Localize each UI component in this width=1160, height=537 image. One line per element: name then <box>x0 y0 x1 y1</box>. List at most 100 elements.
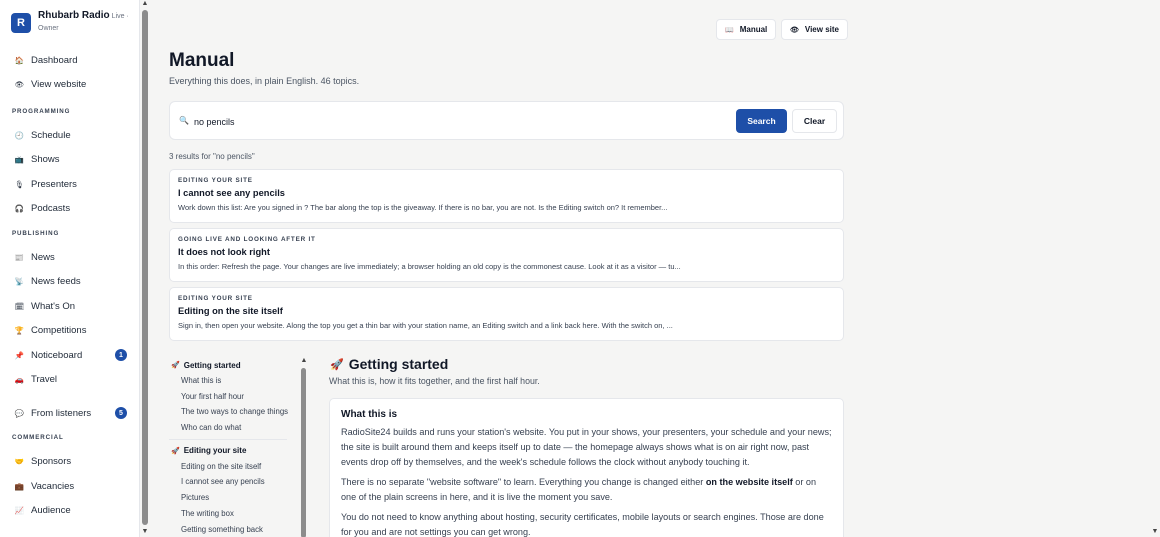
search-button[interactable]: Search <box>736 109 787 133</box>
page-title: Manual <box>169 50 235 71</box>
search-result[interactable]: EDITING YOUR SITE Editing on the site it… <box>169 287 844 341</box>
search-result[interactable]: GOING LIVE AND LOOKING AFTER IT It does … <box>169 228 844 282</box>
sidebar-item-label: From listeners <box>31 407 92 419</box>
sidebar-item-whats-on[interactable]: 🗓 What's On <box>0 294 139 319</box>
clock-icon: 🕘 <box>14 130 25 140</box>
tv-icon: 📺 <box>14 155 25 165</box>
result-category: EDITING YOUR SITE <box>178 177 253 184</box>
app-window: R Rhubarb Radio Live · Owner 🏠 Dashboard 👁… <box>0 0 1160 537</box>
chat-icon: 💬 <box>14 408 25 418</box>
sidebar-item-news-feeds[interactable]: 📡 News feeds <box>0 270 139 295</box>
clear-button[interactable]: Clear <box>792 109 837 133</box>
sidebar-item-presenters[interactable]: 🎙 Presenters <box>0 172 139 197</box>
sidebar-item-label: Sponsors <box>31 456 72 468</box>
toc-scrollbar[interactable]: ▲ <box>300 357 308 537</box>
pin-icon: 📌 <box>14 350 25 360</box>
sidebar-item-noticeboard[interactable]: 📌 Noticeboard 1 <box>0 343 139 368</box>
sidebar-item-news[interactable]: 📰 News <box>0 245 139 270</box>
toc-link[interactable]: Getting something back <box>169 522 309 537</box>
search-input[interactable] <box>194 114 714 129</box>
microphone-icon: 🎙 <box>14 179 25 189</box>
trophy-icon: 🏆 <box>14 326 25 336</box>
manual-button[interactable]: 📖 Manual <box>716 19 777 40</box>
main-content: 📖 Manual 👁 View site Manual Everything thi… <box>150 0 1150 537</box>
section-heading-publishing: PUBLISHING <box>12 229 60 237</box>
eye-icon: 👁 <box>14 80 25 90</box>
sidebar-item-dashboard[interactable]: 🏠 Dashboard <box>0 48 139 73</box>
user-role: Owner <box>38 25 59 32</box>
count-badge: 1 <box>115 349 127 361</box>
sidebar: R Rhubarb Radio Live · Owner 🏠 Dashboard 👁… <box>0 0 140 537</box>
results-count: 3 results for "no pencils" <box>169 152 255 161</box>
eye-icon: 👁 <box>790 26 799 34</box>
search-result[interactable]: EDITING YOUR SITE I cannot see any penci… <box>169 169 844 223</box>
article-paragraph: There is no separate "website software" … <box>341 477 817 502</box>
result-title: I cannot see any pencils <box>178 188 285 198</box>
toc-link[interactable]: The writing box <box>169 506 309 522</box>
toc-group-getting-started[interactable]: 🚀 Getting started <box>171 357 309 373</box>
sidebar-item-schedule[interactable]: 🕘 Schedule <box>0 123 139 148</box>
sidebar-item-podcasts[interactable]: 🎧 Podcasts <box>0 197 139 222</box>
headphones-icon: 🎧 <box>14 204 25 214</box>
count-badge: 5 <box>115 407 127 419</box>
toc-link[interactable]: Who can do what <box>169 420 309 436</box>
sidebar-item-sponsors[interactable]: 🤝 Sponsors <box>0 450 139 475</box>
scrollbar-thumb[interactable] <box>301 368 306 537</box>
home-icon: 🏠 <box>14 55 25 65</box>
sidebar-item-travel[interactable]: 🚗 Travel <box>0 368 139 393</box>
sidebar-item-vacancies[interactable]: 💼 Vacancies <box>0 474 139 499</box>
toc-link[interactable]: I cannot see any pencils <box>169 474 309 490</box>
scrollbar-thumb[interactable] <box>142 10 148 525</box>
sidebar-item-label: Podcasts <box>31 203 71 215</box>
section-heading-commercial: COMMERCIAL <box>12 434 64 441</box>
sidebar-item-label: News <box>31 251 55 263</box>
toc-link[interactable]: Editing on the site itself <box>169 459 309 475</box>
feed-icon: 📡 <box>14 277 25 287</box>
sidebar-item-label: Audience <box>31 505 71 517</box>
brand[interactable]: R Rhubarb Radio Live · Owner <box>0 0 139 48</box>
sidebar-item-label: Presenters <box>31 178 77 190</box>
sidebar-item-label: View website <box>31 79 87 91</box>
scroll-down-arrow-icon[interactable]: ▼ <box>1151 528 1159 535</box>
toc-divider <box>169 438 287 440</box>
sidebar-item-shows[interactable]: 📺 Shows <box>0 148 139 173</box>
sidebar-item-competitions[interactable]: 🏆 Competitions <box>0 319 139 344</box>
section-heading-programming: PROGRAMMING <box>12 107 71 115</box>
book-icon: 📖 <box>725 26 734 34</box>
article-card: What this is RadioSite24 builds and runs… <box>329 398 844 537</box>
result-title: It does not look right <box>178 247 270 257</box>
toc-link[interactable]: The two ways to change things <box>169 404 309 420</box>
sidebar-item-label: What's On <box>31 300 76 312</box>
chart-icon: 📈 <box>14 506 25 516</box>
result-category: EDITING YOUR SITE <box>178 295 253 302</box>
rocket-icon: 🚀 <box>171 362 180 369</box>
rocket-icon: 🚀 <box>171 447 180 455</box>
view-site-button[interactable]: 👁 View site <box>781 19 848 40</box>
toc-link[interactable]: Your first half hour <box>169 389 309 405</box>
sidebar-item-label: Competitions <box>31 325 87 337</box>
scroll-down-arrow-icon[interactable]: ▼ <box>141 528 149 535</box>
page-subtitle: Everything this does, in plain English. … <box>169 76 360 86</box>
main-scrollbar[interactable]: ▼ <box>1150 0 1160 537</box>
toc-group-editing-your-site[interactable]: 🚀 Editing your site <box>171 443 309 459</box>
car-icon: 🚗 <box>14 375 25 385</box>
toc-link[interactable]: What this is <box>169 373 309 389</box>
scroll-up-arrow-icon[interactable]: ▲ <box>141 0 149 7</box>
sidebar-item-label: News feeds <box>31 276 81 288</box>
station-name: Rhubarb Radio <box>38 10 110 21</box>
live-indicator: Live · <box>111 13 129 20</box>
article-section-title: What this is <box>341 409 398 420</box>
article-subtitle: What this is, how it fits together, and … <box>329 376 540 386</box>
table-of-contents: 🚀 Getting started What this is Your first… <box>169 357 309 537</box>
sidebar-item-view-website[interactable]: 👁 View website <box>0 73 139 98</box>
result-snippet: Sign in, then open your website. Along t… <box>178 321 673 330</box>
sidebar-scrollbar[interactable]: ▲ ▼ <box>140 0 150 537</box>
rocket-icon: 🚀 <box>330 358 344 371</box>
result-category: GOING LIVE AND LOOKING AFTER IT <box>178 236 316 243</box>
article-title: 🚀 Getting started <box>330 356 449 372</box>
sidebar-item-audience[interactable]: 📈 Audience <box>0 499 139 524</box>
scroll-up-arrow-icon[interactable]: ▲ <box>300 357 308 364</box>
result-title: Editing on the site itself <box>178 306 283 316</box>
sidebar-item-from-listeners[interactable]: 💬 From listeners 5 <box>0 401 139 426</box>
toc-link[interactable]: Pictures <box>169 490 309 506</box>
